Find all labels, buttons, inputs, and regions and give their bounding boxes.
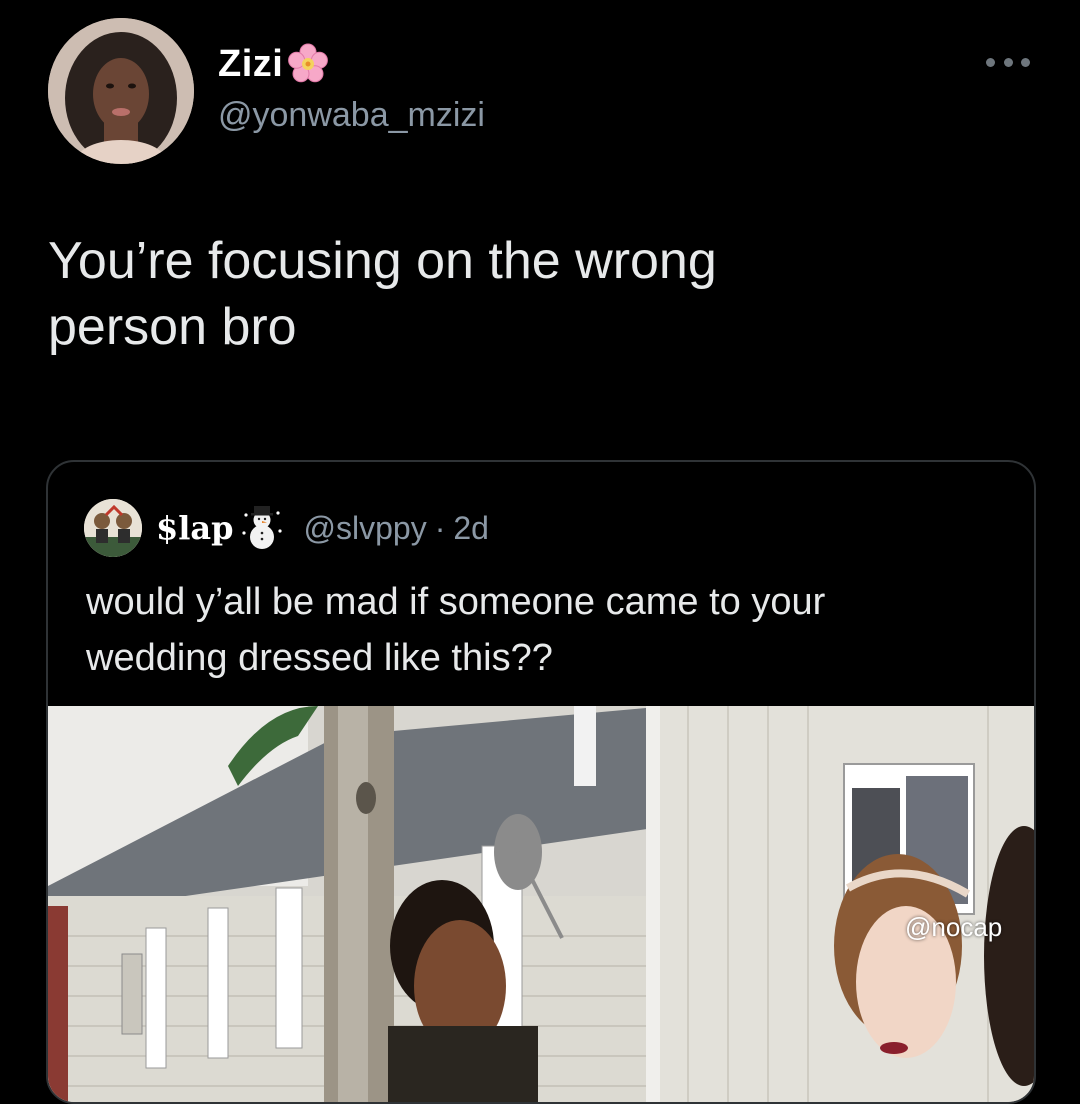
more-options-button[interactable] (986, 50, 1030, 74)
cherry-blossom-icon (288, 43, 329, 83)
meta-separator: · (434, 509, 446, 546)
quoted-user-avatar[interactable] (84, 499, 142, 557)
quoted-tweet-text: would y’all be mad if someone came to yo… (86, 581, 826, 679)
user-handle[interactable]: @yonwaba_mzizi (218, 96, 485, 135)
display-name-row: Zizi (218, 40, 329, 88)
more-horizontal-icon (986, 57, 995, 67)
snowman-icon (241, 506, 282, 549)
display-name[interactable]: Zizi (218, 43, 283, 86)
user-avatar[interactable] (48, 18, 194, 164)
tweet: Zizi @yonwaba_mzizi You’re focusing on t… (0, 0, 1080, 1104)
quoted-timestamp[interactable]: 2d (453, 510, 489, 547)
quoted-display-name[interactable]: $lap (156, 509, 234, 547)
quoted-tweet-card[interactable]: $lap @slvppy · 2d would y’all be mad if … (46, 460, 1036, 1104)
more-horizontal-icon (1021, 57, 1030, 67)
watermark: @nocap (905, 912, 1003, 942)
quoted-tweet-photo[interactable] (48, 706, 1034, 1102)
more-horizontal-icon (1003, 57, 1013, 67)
tweet-text: You’re focusing on the wrong person bro (48, 232, 717, 356)
quoted-user-handle[interactable]: @slvppy (304, 510, 427, 547)
quoted-tweet-header: $lap @slvppy · 2d (84, 498, 489, 558)
